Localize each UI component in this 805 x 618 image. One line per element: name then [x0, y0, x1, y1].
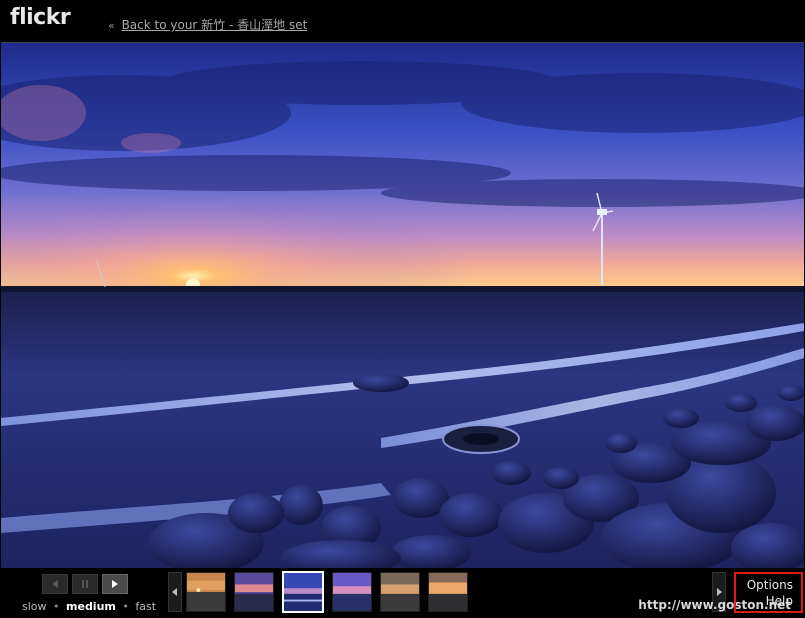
- speed-separator: •: [122, 600, 129, 613]
- speed-separator: •: [53, 600, 60, 613]
- speed-selector: slow • medium • fast: [22, 600, 156, 613]
- header-bar: flickr « Back to your 新竹 - 香山溼地 set: [0, 0, 805, 42]
- back-arrow-icon: «: [108, 19, 115, 32]
- thumbnail[interactable]: [380, 572, 420, 612]
- chevron-right-icon: [717, 588, 722, 596]
- breadcrumb: « Back to your 新竹 - 香山溼地 set: [108, 16, 307, 33]
- play-icon: [112, 580, 118, 588]
- flickr-logo[interactable]: flickr: [10, 5, 71, 30]
- speed-slow[interactable]: slow: [22, 600, 47, 613]
- thumbnail-selected[interactable]: [282, 571, 324, 613]
- pause-icon: [82, 580, 88, 588]
- speed-fast[interactable]: fast: [135, 600, 156, 613]
- chevron-left-icon: [172, 588, 177, 596]
- speed-medium[interactable]: medium: [66, 600, 116, 613]
- play-button[interactable]: [102, 574, 128, 594]
- thumbnail[interactable]: [234, 572, 274, 612]
- prev-icon: [52, 580, 58, 588]
- thumbnail[interactable]: [428, 572, 468, 612]
- slideshow-control-bar: slow • medium • fast http://www.goston.n…: [0, 568, 805, 618]
- slideshow-photo[interactable]: [1, 42, 804, 568]
- back-to-set-link[interactable]: Back to your 新竹 - 香山溼地 set: [122, 18, 308, 32]
- thumbnails-scroll-left-button[interactable]: [168, 572, 182, 612]
- thumbnail[interactable]: [332, 572, 372, 612]
- help-link[interactable]: Help: [766, 594, 793, 608]
- options-link[interactable]: Options: [747, 578, 793, 592]
- pause-button[interactable]: [72, 574, 98, 594]
- thumbnail[interactable]: [186, 572, 226, 612]
- previous-button[interactable]: [42, 574, 68, 594]
